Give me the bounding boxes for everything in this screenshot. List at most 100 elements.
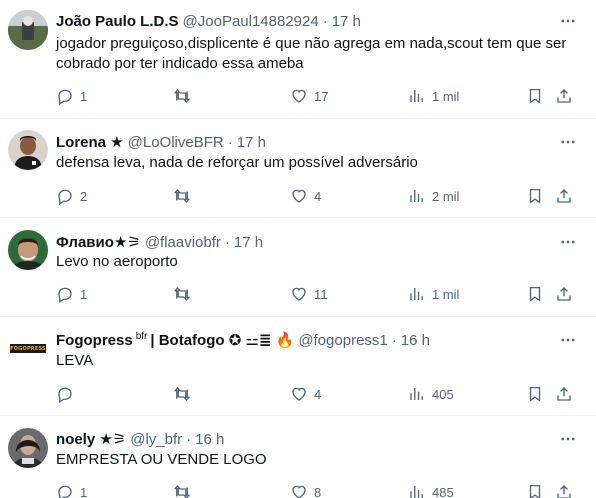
author-name-badge: bfr (135, 331, 148, 342)
more-icon[interactable] (558, 429, 578, 449)
avatar[interactable]: FOGOPRESS (8, 329, 48, 369)
bookmark-button[interactable] (526, 186, 544, 206)
retweet-button[interactable] (173, 384, 197, 404)
author-name[interactable]: Fogopress bfr | Botafogo ✪ ⚍≣ 🔥 (56, 331, 294, 349)
share-icon (555, 385, 573, 403)
tweet-text: Levo no aeroporto (56, 253, 178, 270)
like-icon (290, 385, 308, 403)
views-count: 485 (432, 484, 454, 498)
separator-dot: · (224, 233, 230, 251)
reply-button[interactable]: 1 (56, 482, 87, 498)
like-count: 4 (314, 386, 322, 402)
like-icon (290, 87, 308, 105)
views-button[interactable]: 485 (408, 482, 454, 498)
reply-icon (56, 483, 74, 498)
retweet-button[interactable] (173, 482, 197, 498)
avatar[interactable] (8, 130, 48, 170)
tweet-header: noely ★⚞ @ly_bfr · 16 h (56, 429, 556, 449)
reply-icon (56, 385, 74, 403)
reply-button[interactable] (56, 384, 80, 404)
retweet-icon (173, 285, 191, 303)
bookmark-button[interactable] (526, 284, 544, 304)
separator-dot: · (391, 331, 397, 349)
views-count: 405 (432, 386, 454, 402)
share-button[interactable] (555, 284, 573, 304)
views-icon (408, 385, 426, 403)
tweet[interactable]: Lorena ★ @LoOliveBFR · 17 h defensa leva… (0, 119, 596, 218)
timestamp[interactable]: 16 h (195, 431, 224, 448)
tweet-text: EMPRESTA OU VENDE LOGO (56, 451, 267, 468)
reply-icon (56, 87, 74, 105)
bookmark-icon (526, 187, 544, 205)
views-button[interactable]: 1 mil (408, 284, 459, 304)
more-icon[interactable] (558, 11, 578, 31)
tweet-header: Lorena ★ @LoOliveBFR · 17 h (56, 132, 556, 152)
reply-button[interactable]: 2 (56, 186, 87, 206)
share-icon (555, 187, 573, 205)
bookmark-button[interactable] (526, 482, 544, 498)
share-button[interactable] (555, 86, 573, 106)
avatar[interactable] (8, 230, 48, 270)
author-name[interactable]: noely ★⚞ (56, 430, 126, 448)
share-button[interactable] (555, 186, 573, 206)
action-bar: 1 17 1 mil (56, 86, 576, 106)
timestamp[interactable]: 17 h (237, 134, 266, 151)
tweet-header: Флавио★⚞ @flaaviobfr · 17 h (56, 232, 556, 252)
action-bar: 1 11 1 mil (56, 284, 576, 304)
like-button[interactable]: 4 (290, 384, 321, 404)
views-icon (408, 483, 426, 498)
bookmark-icon (526, 285, 544, 303)
views-count: 1 mil (432, 88, 460, 104)
more-icon[interactable] (558, 132, 578, 152)
tweet[interactable]: FOGOPRESS Fogopress bfr | Botafogo ✪ ⚍≣ 🔥 … (0, 317, 596, 416)
views-icon (408, 285, 426, 303)
tweet[interactable]: João Paulo L.D.S @JooPaul14882924 · 17 h… (0, 0, 596, 119)
more-icon[interactable] (558, 330, 578, 350)
avatar[interactable] (8, 428, 48, 468)
avatar[interactable] (8, 10, 48, 50)
timestamp[interactable]: 16 h (401, 332, 430, 349)
timestamp[interactable]: 17 h (234, 234, 263, 251)
like-button[interactable]: 4 (290, 186, 321, 206)
like-count: 4 (314, 188, 322, 204)
timestamp[interactable]: 17 h (332, 13, 361, 30)
bookmark-button[interactable] (526, 86, 544, 106)
tweet[interactable]: noely ★⚞ @ly_bfr · 16 h EMPRESTA OU VEND… (0, 416, 596, 498)
more-icon[interactable] (558, 232, 578, 252)
like-icon (290, 285, 308, 303)
reply-icon (56, 285, 74, 303)
views-button[interactable]: 2 mil (408, 186, 459, 206)
author-name[interactable]: João Paulo L.D.S (56, 13, 179, 30)
share-button[interactable] (555, 482, 573, 498)
share-icon (555, 285, 573, 303)
author-handle[interactable]: @LoOliveBFR (128, 134, 224, 151)
retweet-button[interactable] (173, 186, 197, 206)
share-button[interactable] (555, 384, 573, 404)
retweet-button[interactable] (173, 284, 197, 304)
reply-button[interactable]: 1 (56, 86, 87, 106)
author-name[interactable]: Lorena ★ (56, 133, 124, 151)
like-button[interactable]: 8 (290, 482, 321, 498)
tweet[interactable]: Флавио★⚞ @flaaviobfr · 17 h Levo no aero… (0, 218, 596, 317)
author-name[interactable]: Флавио★⚞ (56, 233, 141, 251)
author-handle[interactable]: @fogopress1 (298, 332, 387, 349)
bookmark-button[interactable] (526, 384, 544, 404)
action-bar: 1 8 485 (56, 482, 576, 498)
retweet-button[interactable] (173, 86, 197, 106)
author-handle[interactable]: @flaaviobfr (145, 234, 221, 251)
author-handle[interactable]: @JooPaul14882924 (183, 13, 319, 30)
author-handle[interactable]: @ly_bfr (130, 431, 182, 448)
separator-dot: · (186, 430, 192, 448)
reply-count: 1 (80, 88, 88, 104)
like-button[interactable]: 11 (290, 284, 328, 304)
like-button[interactable]: 17 (290, 86, 328, 106)
action-bar: 2 4 2 mil (56, 186, 576, 206)
tweet-header: João Paulo L.D.S @JooPaul14882924 · 17 h (56, 11, 556, 31)
separator-dot: · (322, 12, 328, 30)
author-name-suffix: | Botafogo ✪ ⚍≣ 🔥 (150, 332, 295, 349)
views-button[interactable]: 405 (408, 384, 454, 404)
reply-button[interactable]: 1 (56, 284, 87, 304)
views-button[interactable]: 1 mil (408, 86, 459, 106)
bookmark-icon (526, 87, 544, 105)
tweet-header: Fogopress bfr | Botafogo ✪ ⚍≣ 🔥 @fogopress… (56, 330, 556, 350)
